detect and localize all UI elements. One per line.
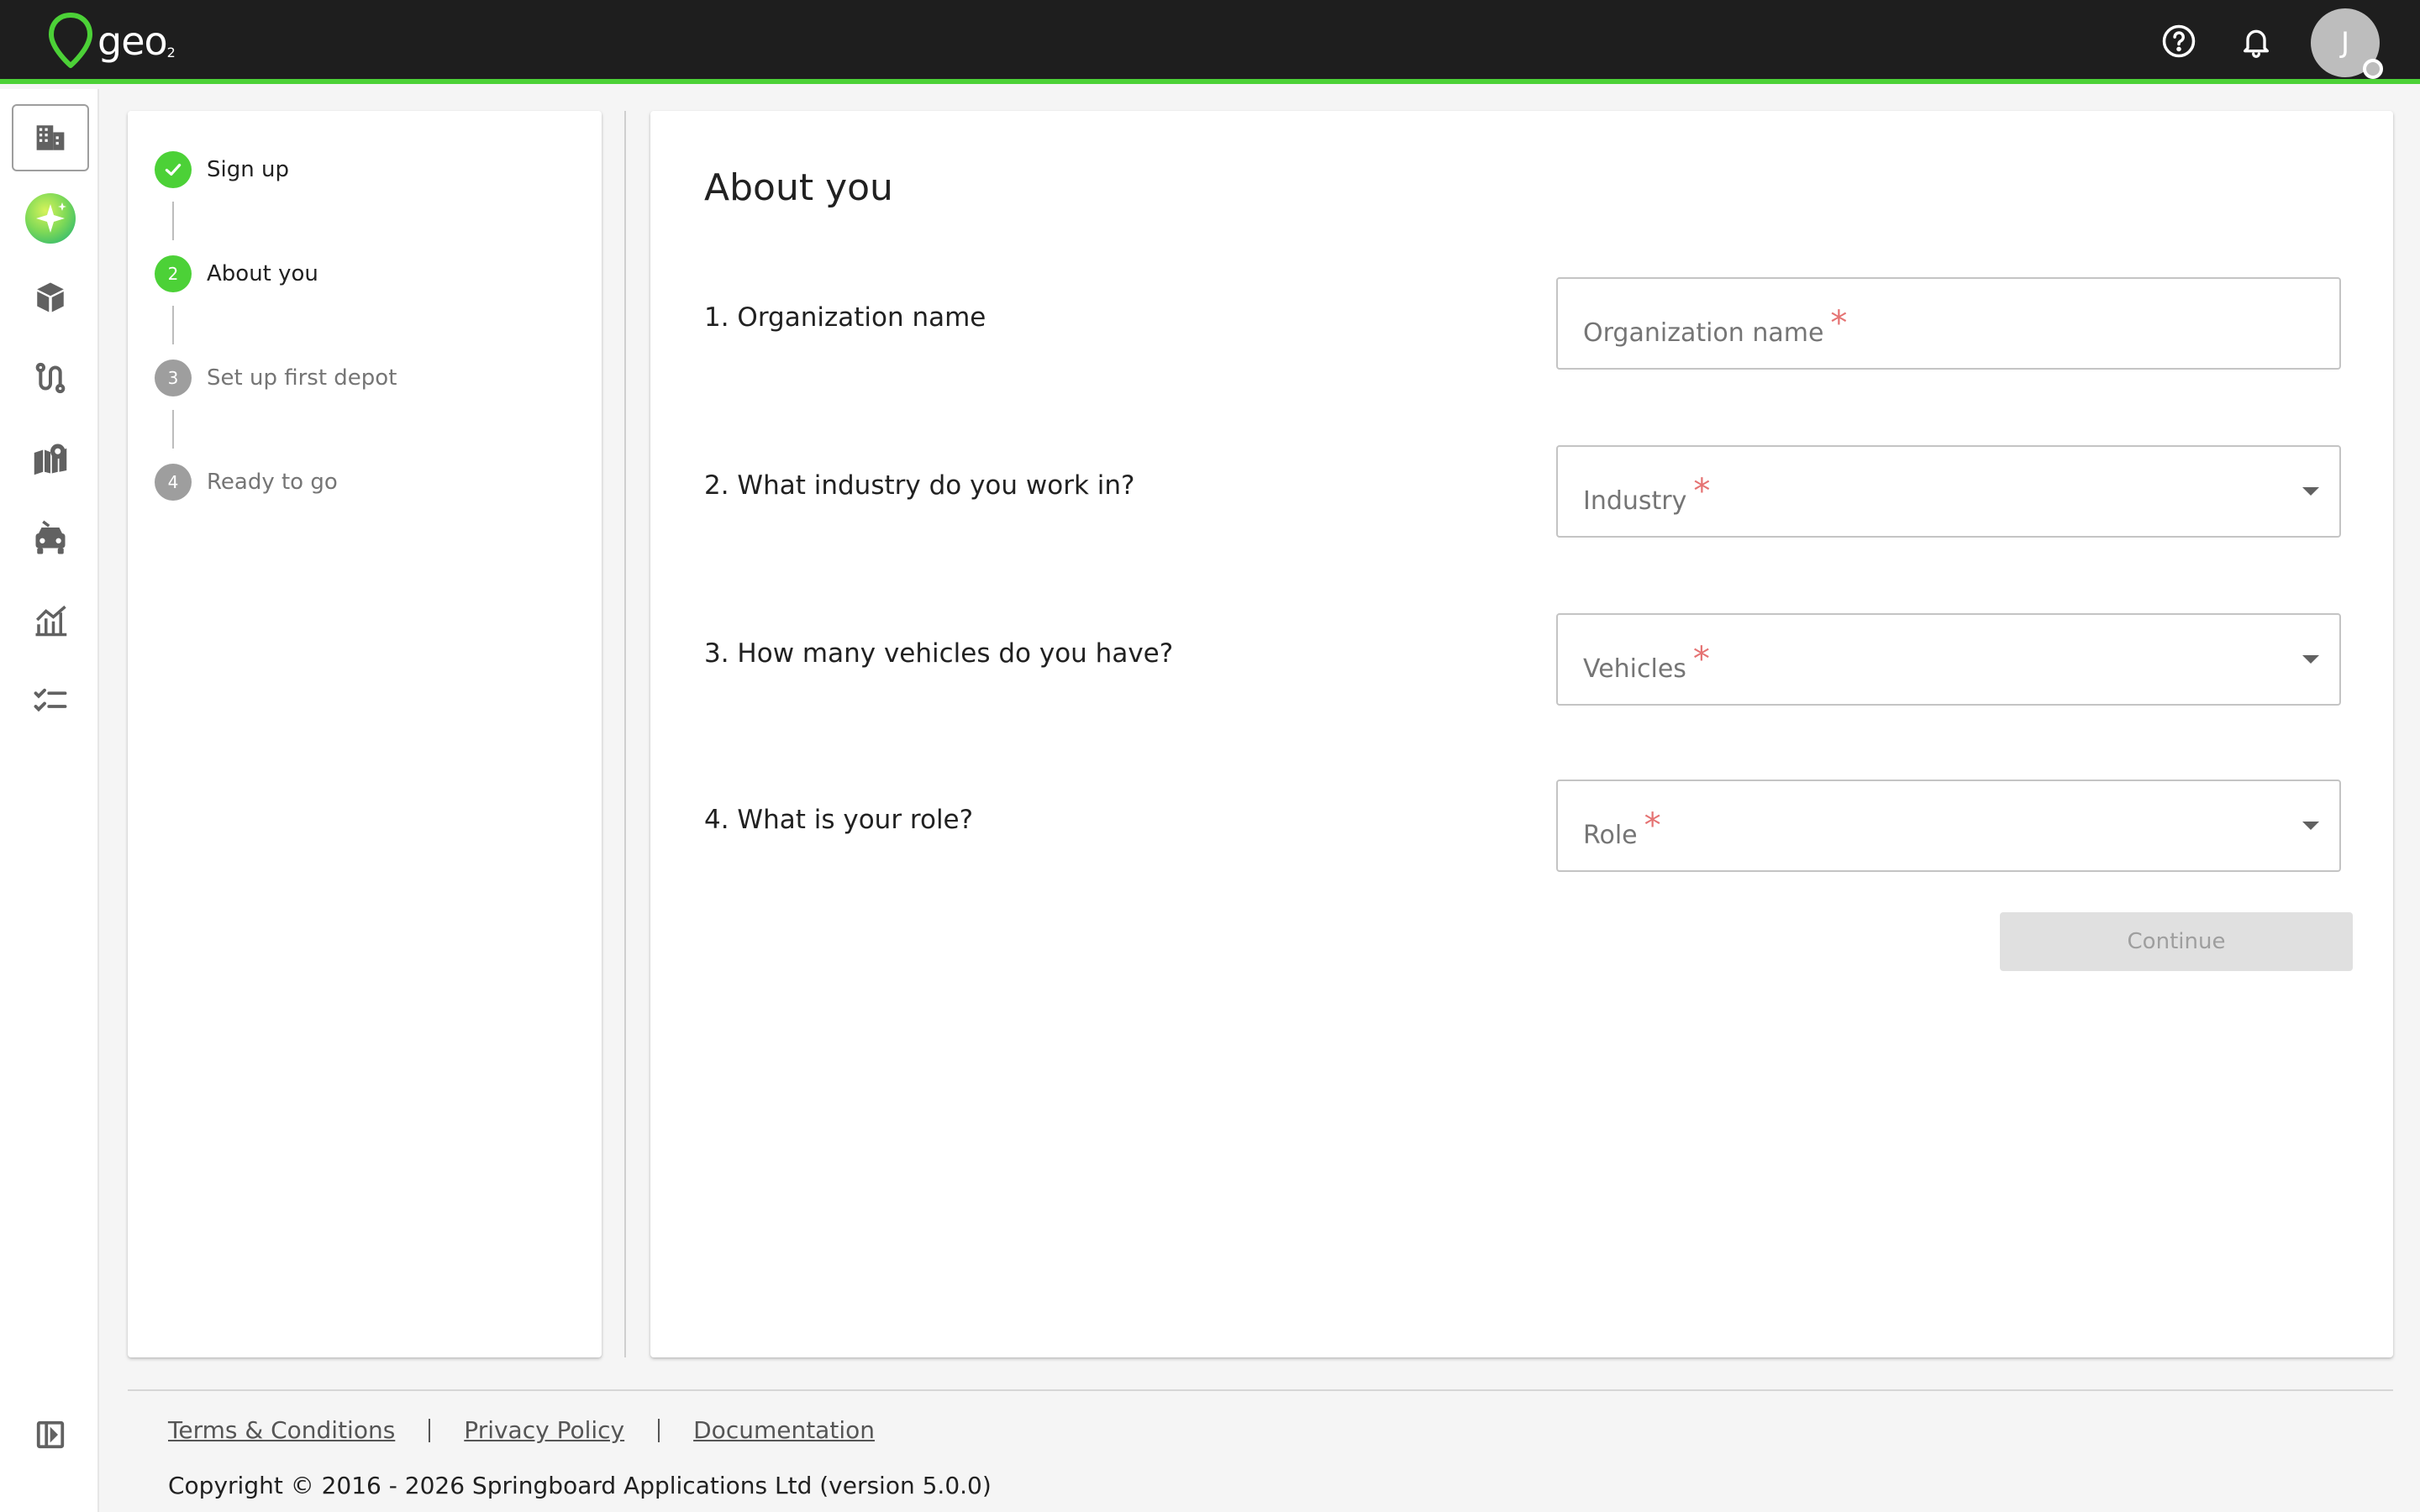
route-icon[interactable]: [12, 344, 89, 412]
avatar[interactable]: J: [2311, 8, 2383, 79]
step-label: Sign up: [207, 157, 289, 182]
left-nav-rail: [0, 89, 99, 1512]
step-sign-up[interactable]: Sign up: [155, 151, 289, 188]
step-connector: [172, 306, 174, 344]
box-icon[interactable]: [12, 264, 89, 331]
documentation-link[interactable]: Documentation: [693, 1416, 875, 1444]
step-ready-to-go[interactable]: 4 Ready to go: [155, 464, 338, 501]
bell-icon[interactable]: [2235, 20, 2277, 62]
page-title: About you: [704, 166, 893, 209]
top-bar: geo 2 J: [0, 0, 2420, 84]
question-industry: 2. What industry do you work in?: [704, 470, 1135, 501]
footer-divider: [128, 1389, 2393, 1391]
required-marker: *: [1644, 806, 1661, 845]
analytics-icon[interactable]: [12, 586, 89, 654]
vertical-divider: [624, 111, 626, 1357]
footer-separator: [658, 1418, 660, 1442]
step-label: About you: [207, 261, 318, 286]
sparkle-icon[interactable]: [12, 185, 89, 252]
step-number: 4: [155, 464, 192, 501]
vehicles-select[interactable]: Vehicles *: [1556, 613, 2341, 706]
step-number: 2: [155, 255, 192, 292]
field-label: Vehicles *: [1583, 640, 1710, 684]
step-number: 3: [155, 360, 192, 396]
vehicle-icon[interactable]: [12, 506, 89, 573]
copyright-text: Copyright © 2016 - 2026 Springboard Appl…: [168, 1472, 992, 1499]
building-icon[interactable]: [12, 104, 89, 171]
step-connector: [172, 202, 174, 240]
footer-links: Terms & Conditions Privacy Policy Docume…: [168, 1416, 875, 1444]
logo[interactable]: geo 2: [47, 12, 176, 71]
onboarding-stepper: Sign up 2 About you 3 Set up first depot…: [128, 111, 602, 1357]
about-you-form: About you 1. Organization name Organizat…: [650, 111, 2393, 1357]
field-label: Role *: [1583, 806, 1661, 850]
chevron-down-icon: [2302, 487, 2319, 496]
status-dot: [2363, 59, 2383, 79]
continue-button[interactable]: Continue: [2000, 912, 2353, 971]
question-organization-name: 1. Organization name: [704, 302, 986, 333]
required-marker: *: [1693, 472, 1711, 511]
role-select[interactable]: Role *: [1556, 780, 2341, 872]
map-pin-icon[interactable]: [12, 425, 89, 492]
step-label: Set up first depot: [207, 365, 397, 391]
logo-subscript: 2: [166, 45, 176, 60]
checklist-icon[interactable]: [12, 667, 89, 734]
step-label: Ready to go: [207, 470, 338, 495]
question-vehicles: 3. How many vehicles do you have?: [704, 638, 1174, 669]
terms-link[interactable]: Terms & Conditions: [168, 1416, 395, 1444]
collapse-panel-icon[interactable]: [12, 1401, 89, 1468]
industry-select[interactable]: Industry *: [1556, 445, 2341, 538]
check-icon: [155, 151, 192, 188]
organization-name-input[interactable]: Organization name *: [1556, 277, 2341, 370]
privacy-policy-link[interactable]: Privacy Policy: [464, 1416, 624, 1444]
field-label: Industry *: [1583, 472, 1711, 516]
required-marker: *: [1692, 640, 1710, 679]
help-circle-icon[interactable]: [2158, 20, 2200, 62]
field-label: Organization name *: [1583, 304, 1848, 348]
footer-separator: [429, 1418, 431, 1442]
chevron-down-icon: [2302, 655, 2319, 664]
chevron-down-icon: [2302, 822, 2319, 830]
logo-text: geo: [97, 18, 168, 64]
step-connector: [172, 410, 174, 449]
required-marker: *: [1830, 304, 1848, 343]
avatar-initial: J: [2340, 26, 2350, 60]
step-set-up-first-depot[interactable]: 3 Set up first depot: [155, 360, 397, 396]
step-about-you[interactable]: 2 About you: [155, 255, 318, 292]
location-pin-logo-icon: [49, 13, 92, 68]
question-role: 4. What is your role?: [704, 805, 974, 835]
